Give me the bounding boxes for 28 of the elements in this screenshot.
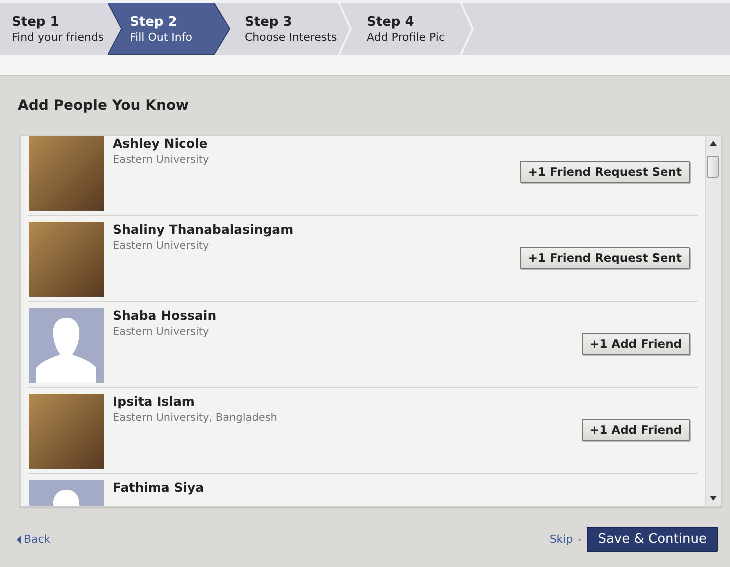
friend-button[interactable]: +1 Friend Request Sent <box>520 247 690 269</box>
back-link[interactable]: Back <box>17 533 51 546</box>
person-name[interactable]: Fathima Siya <box>113 480 204 495</box>
network-label: Eastern University <box>113 154 210 166</box>
back-label[interactable]: Back <box>24 533 51 546</box>
person-name[interactable]: Shaba Hossain <box>113 308 217 323</box>
network-label: Eastern University <box>113 240 210 252</box>
person-name[interactable]: Ashley Nicole <box>113 136 208 151</box>
caret-icon <box>17 536 21 544</box>
step-tab[interactable]: Step 2 Fill Out Info <box>108 3 230 55</box>
network-label: Eastern University, Bangladesh <box>113 412 278 424</box>
network-label: Eastern University <box>113 326 210 338</box>
scrollbar[interactable] <box>705 136 721 506</box>
skip-link[interactable]: Skip <box>550 533 574 546</box>
scroll-down-icon[interactable] <box>710 496 717 501</box>
person-name[interactable]: Ipsita Islam <box>113 394 195 409</box>
scroll-up-icon[interactable] <box>710 141 717 146</box>
silhouette-icon <box>29 308 104 383</box>
save-continue-button[interactable]: Save & Continue <box>587 527 718 552</box>
friend-button[interactable]: +1 Friend Request Sent <box>520 161 690 183</box>
person-name[interactable]: Shaliny Thanabalasingam <box>113 222 294 237</box>
friend-button[interactable]: +1 Add Friend <box>582 419 690 441</box>
step-tab[interactable]: Step 4 Add Profile Pic <box>352 3 462 55</box>
friend-button[interactable]: +1 Add Friend <box>582 333 690 355</box>
section-heading: Add People You Know <box>17 97 190 116</box>
step-tab[interactable]: Step 3 Choose Interests <box>230 3 340 55</box>
scroll-thumb[interactable] <box>707 156 719 178</box>
step-tab[interactable]: Step 1 Find your friends <box>0 3 108 55</box>
